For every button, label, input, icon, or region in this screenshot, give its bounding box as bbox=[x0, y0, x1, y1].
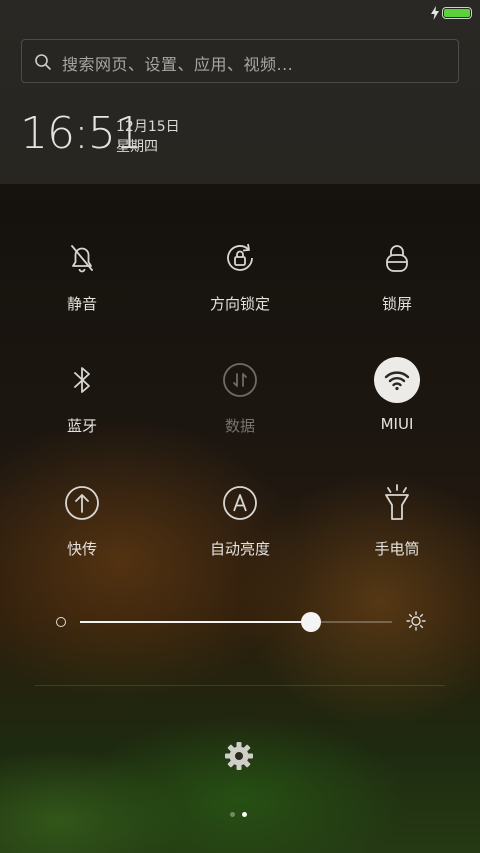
toggle-auto-brightness[interactable]: 自动亮度 bbox=[165, 480, 315, 590]
toggle-lock-screen[interactable]: 锁屏 bbox=[322, 235, 472, 345]
lock-icon bbox=[374, 235, 420, 281]
flashlight-icon bbox=[374, 480, 420, 526]
toggle-label: 方向锁定 bbox=[209, 295, 270, 313]
toggle-label: 快传 bbox=[66, 540, 97, 558]
mobile-data-icon bbox=[217, 357, 263, 403]
toggle-label: MIUI bbox=[380, 415, 414, 433]
brightness-thumb[interactable] bbox=[300, 612, 321, 632]
search-input[interactable]: 搜索网页、设置、应用、视频... bbox=[21, 39, 459, 83]
toggle-quick-transfer[interactable]: 快传 bbox=[7, 480, 157, 590]
status-bar bbox=[0, 0, 480, 26]
clock-weekday[interactable]: 星期四 bbox=[116, 136, 158, 156]
battery-icon bbox=[442, 7, 472, 19]
toggle-bluetooth[interactable]: 蓝牙 bbox=[7, 357, 157, 467]
toggle-flashlight[interactable]: 手电筒 bbox=[322, 480, 472, 590]
toggle-label: 数据 bbox=[224, 417, 255, 435]
clock-date[interactable]: 12月15日 bbox=[116, 116, 180, 136]
toggle-rotation-lock[interactable]: 方向锁定 bbox=[165, 235, 315, 345]
brightness-slider[interactable] bbox=[56, 608, 426, 636]
toggle-wifi[interactable]: MIUI bbox=[322, 357, 472, 467]
bell-muted-icon bbox=[59, 235, 105, 281]
auto-brightness-icon bbox=[217, 480, 263, 526]
page-indicator bbox=[230, 812, 250, 818]
settings-gear-icon[interactable] bbox=[224, 741, 254, 771]
brightness-track[interactable] bbox=[80, 612, 392, 632]
search-icon bbox=[35, 54, 51, 70]
toggle-silent[interactable]: 静音 bbox=[7, 235, 157, 345]
page-dot-2 bbox=[242, 812, 247, 817]
search-placeholder: 搜索网页、设置、应用、视频... bbox=[62, 55, 294, 74]
toggle-label: 手电筒 bbox=[374, 540, 420, 558]
wifi-icon bbox=[374, 357, 420, 403]
battery-level bbox=[444, 9, 470, 17]
quick-transfer-icon bbox=[59, 480, 105, 526]
brightness-fill bbox=[80, 621, 311, 623]
bluetooth-icon bbox=[59, 357, 105, 403]
charging-bolt-icon bbox=[431, 6, 439, 20]
brightness-low-icon bbox=[56, 617, 66, 627]
page-dot-1 bbox=[230, 812, 235, 817]
toggle-label: 自动亮度 bbox=[209, 540, 270, 558]
toggle-label: 锁屏 bbox=[381, 295, 412, 313]
brightness-high-icon bbox=[406, 611, 426, 631]
divider bbox=[35, 685, 445, 686]
toggle-label: 静音 bbox=[66, 295, 97, 313]
toggle-mobile-data[interactable]: 数据 bbox=[165, 357, 315, 467]
rotation-lock-icon bbox=[217, 235, 263, 281]
toggle-label: 蓝牙 bbox=[66, 417, 97, 435]
